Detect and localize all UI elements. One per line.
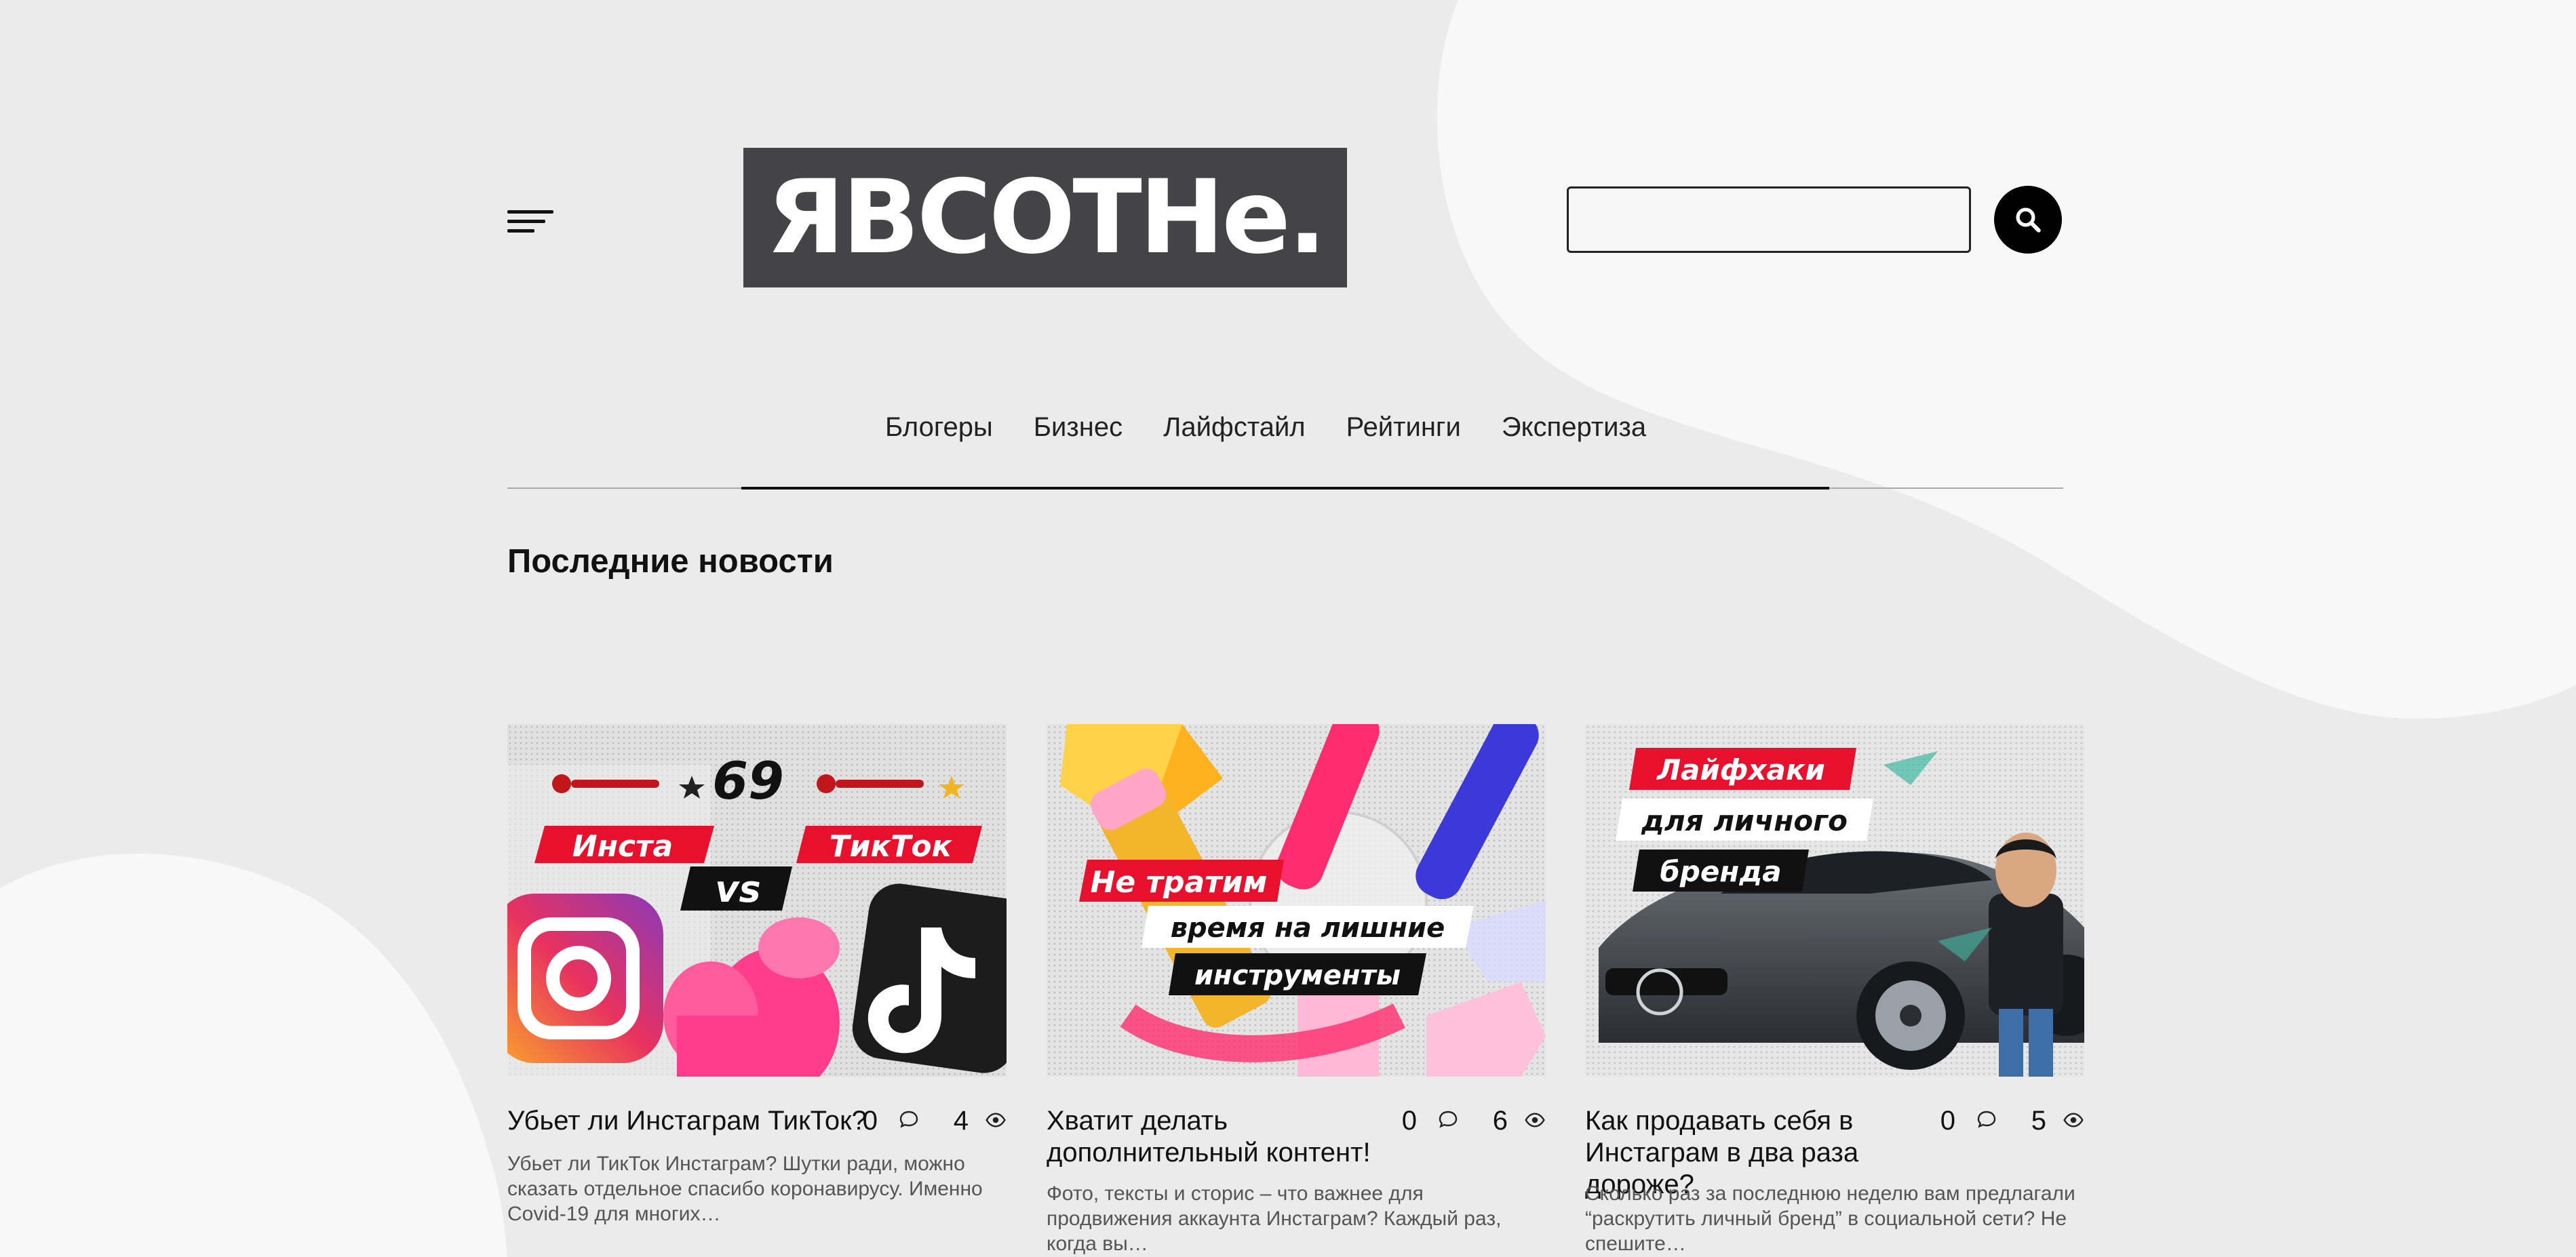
banner-line2: для личного [1641, 804, 1848, 837]
banner-line2: время на лишние [1171, 913, 1445, 944]
news-card: Не тратим время на лишние инструменты Хв… [1047, 724, 1546, 1255]
search-input[interactable] [1567, 186, 1971, 253]
view-count: 6 [1492, 1106, 1508, 1136]
section-title: Последние новости [507, 543, 834, 580]
banner-line1: Инста [572, 829, 674, 864]
eye-icon [1525, 1113, 1545, 1128]
card-title[interactable]: Хватит делать дополнительный контент! [1047, 1105, 1399, 1169]
nav-item-expertise[interactable]: Экспертиза [1502, 412, 1646, 443]
nav-item-business[interactable]: Бизнес [1034, 412, 1123, 443]
card-excerpt: Сколько раз за последнюю неделю вам пред… [1585, 1182, 2075, 1255]
card-image[interactable]: Не тратим время на лишние инструменты [1047, 724, 1546, 1077]
view-count: 5 [2031, 1106, 2046, 1136]
news-card: 69 Инста ТикТок vs Убьет ли Инстаграм Ти… [507, 724, 1007, 1225]
news-card: Лайфхаки для личного бренда Как продават… [1585, 724, 2084, 1255]
search-icon [2016, 207, 2041, 233]
logo-text: ЯВСОТНе. [766, 159, 1327, 277]
banner-line3: ТикТок [830, 829, 953, 864]
nav-item-ratings[interactable]: Рейтинги [1346, 412, 1461, 443]
card-header: Как продавать себя в Инстаграм в два раз… [1585, 1105, 2084, 1199]
card-excerpt: Убьет ли ТикТок Инстаграм? Шутки ради, м… [507, 1153, 983, 1225]
comment-count: 0 [862, 1106, 878, 1136]
comment-icon [1439, 1111, 1458, 1128]
view-count: 4 [953, 1106, 969, 1136]
menu-icon[interactable] [507, 210, 553, 237]
main-nav: Блогеры Бизнес Лайфстайл Рейтинги Экспер… [885, 412, 1646, 443]
page: ЯВСОТНе. Блогеры Бизнес Лайфстайл Рейтин… [0, 0, 2576, 1257]
card-image[interactable]: Лайфхаки для личного бренда [1585, 724, 2084, 1077]
banner-line3: инструменты [1194, 960, 1401, 991]
site-logo[interactable]: ЯВСОТНе. [743, 148, 1347, 287]
banner-line1: Не тратим [1091, 865, 1268, 900]
banner-line2: vs [715, 868, 760, 911]
banner-line1: Лайфхаки [1656, 753, 1825, 786]
comment-icon [899, 1111, 918, 1128]
nav-item-bloggers[interactable]: Блогеры [885, 412, 993, 443]
comment-count: 0 [1401, 1106, 1417, 1136]
banner-counter: 69 [712, 751, 784, 811]
card-header: Хватит делать дополнительный контент! 0 … [1047, 1105, 1546, 1173]
comment-count: 0 [1940, 1106, 1955, 1136]
eye-icon [2063, 1113, 2084, 1128]
card-image[interactable]: 69 Инста ТикТок vs [507, 724, 1007, 1077]
nav-underline [741, 487, 1829, 490]
search-button[interactable] [1994, 186, 2062, 254]
eye-icon [985, 1113, 1006, 1128]
banner-line3: бренда [1660, 855, 1781, 888]
card-title[interactable]: Убьет ли Инстаграм ТикТок? [507, 1105, 887, 1137]
comment-icon [1977, 1111, 1996, 1128]
card-excerpt: Фото, тексты и сторис – что важнее для п… [1047, 1182, 1502, 1255]
nav-item-lifestyle[interactable]: Лайфстайл [1163, 412, 1306, 443]
